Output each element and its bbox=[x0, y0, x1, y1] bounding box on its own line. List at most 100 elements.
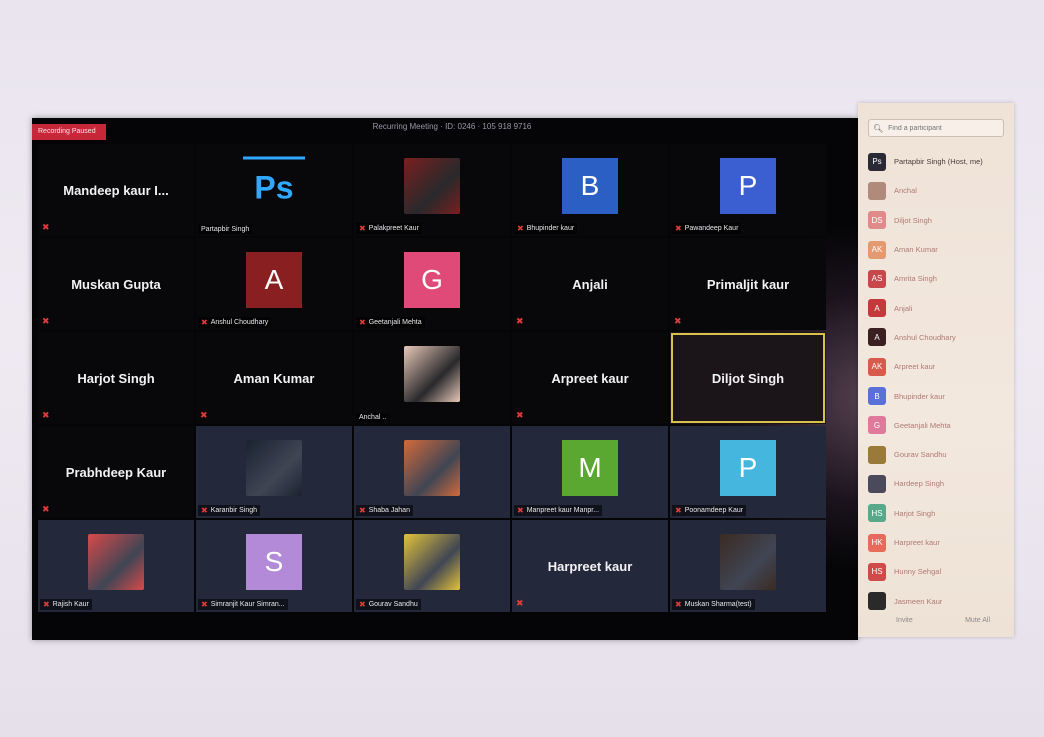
video-tile[interactable]: Aman Kumar ✖ bbox=[196, 332, 352, 424]
gallery-grid: Mandeep kaur I... ✖ Ps Partapbir Singh ✖ Pala… bbox=[38, 144, 826, 612]
participant-list-item[interactable]: DS Diljot Singh bbox=[868, 206, 1008, 235]
video-tile[interactable]: Mandeep kaur I... ✖ bbox=[38, 144, 194, 236]
participant-name: Arpreet kaur bbox=[894, 362, 936, 372]
participant-avatar: AK bbox=[868, 357, 886, 376]
person-sitting-image bbox=[720, 534, 776, 591]
tile-nameplate: ✖ Gourav Sandhu bbox=[356, 599, 421, 610]
participant-avatar: B bbox=[868, 387, 886, 406]
participant-display-name: Primaljit kaur bbox=[706, 276, 790, 292]
participant-display-name: Harjot Singh bbox=[77, 370, 155, 386]
invite-button[interactable]: Invite bbox=[896, 617, 913, 624]
participant-list-item[interactable]: B Bhupinder kaur bbox=[868, 381, 1008, 410]
dancer-photo-image bbox=[246, 440, 302, 497]
participant-list-item[interactable]: Anchal bbox=[868, 176, 1008, 205]
search-icon: 🔍︎ bbox=[873, 123, 884, 133]
tile-name-label: Geetanjali Mehta bbox=[368, 319, 422, 326]
video-tile[interactable]: Diljot Singh bbox=[670, 332, 826, 424]
video-tile[interactable]: ✖ Rajish Kaur bbox=[38, 520, 194, 612]
muted-mic-icon: ✖ bbox=[42, 504, 50, 514]
participant-avatar: A bbox=[868, 328, 886, 347]
muted-mic-icon: ✖ bbox=[42, 222, 50, 232]
video-tile[interactable]: Arpreet kaur ✖ bbox=[512, 332, 668, 424]
participant-display-name: Anjali bbox=[572, 276, 608, 292]
video-tile[interactable]: P ✖ Pawandeep Kaur bbox=[670, 144, 826, 236]
participant-list-item[interactable]: HS Harjot Singh bbox=[868, 499, 1008, 528]
participant-name: Anjali bbox=[894, 303, 913, 313]
tile-nameplate: ✖ Manpreet kaur Manpr... bbox=[514, 505, 603, 516]
participant-list-item[interactable]: AK Arpreet kaur bbox=[868, 352, 1008, 381]
participant-avatar bbox=[868, 181, 886, 200]
participant-list-item[interactable]: HK Harpreet kaur bbox=[868, 528, 1008, 557]
participant-list-item[interactable]: Ps Partapbir Singh (Host, me) bbox=[868, 147, 1008, 176]
video-tile[interactable]: P ✖ Poonamdeep Kaur bbox=[670, 426, 826, 518]
video-tile[interactable]: A ✖ Anshul Choudhary bbox=[196, 238, 352, 330]
letter-avatar: A bbox=[246, 252, 302, 309]
photoshop-avatar-icon: Ps bbox=[243, 156, 305, 216]
participant-name: Geetanjali Mehta bbox=[894, 420, 951, 430]
participant-name: Amrita Singh bbox=[894, 274, 937, 284]
search-input[interactable] bbox=[886, 123, 1001, 133]
flower-photo-image bbox=[88, 534, 144, 591]
tile-name-label: Anshul Choudhary bbox=[210, 319, 269, 326]
tile-nameplate: ✖ Geetanjali Mehta bbox=[356, 317, 425, 328]
participant-display-name: Prabhdeep Kaur bbox=[65, 464, 167, 480]
participant-list-item[interactable]: HS Hunny Sehgal bbox=[868, 557, 1008, 586]
video-tile[interactable]: M ✖ Manpreet kaur Manpr... bbox=[512, 426, 668, 518]
participant-display-name: Diljot Singh bbox=[711, 370, 785, 386]
muted-mic-icon: ✖ bbox=[359, 506, 366, 515]
participant-avatar bbox=[868, 474, 886, 493]
letter-avatar: M bbox=[562, 440, 618, 497]
video-tile[interactable]: Prabhdeep Kaur ✖ bbox=[38, 426, 194, 518]
video-tile[interactable]: S ✖ Simranjit Kaur Simran... bbox=[196, 520, 352, 612]
participant-list-item[interactable]: G Geetanjali Mehta bbox=[868, 411, 1008, 440]
participant-avatar: HS bbox=[868, 562, 886, 581]
participant-name: Anchal bbox=[894, 186, 917, 196]
muted-mic-icon: ✖ bbox=[359, 318, 366, 327]
participant-name: Bhupinder kaur bbox=[894, 391, 945, 401]
video-tile[interactable]: Primaljit kaur ✖ bbox=[670, 238, 826, 330]
participant-name: Hunny Sehgal bbox=[894, 567, 942, 577]
participant-list-item[interactable]: Gourav Sandhu bbox=[868, 440, 1008, 469]
video-tile[interactable]: Harpreet kaur ✖ bbox=[512, 520, 668, 612]
video-tile[interactable]: G ✖ Geetanjali Mehta bbox=[354, 238, 510, 330]
participant-list-item[interactable]: Hardeep Singh bbox=[868, 469, 1008, 498]
participant-list-item[interactable]: A Anshul Choudhary bbox=[868, 323, 1008, 352]
participant-avatar: DS bbox=[868, 211, 886, 230]
tile-nameplate: ✖ Pawandeep Kaur bbox=[672, 223, 742, 234]
muted-mic-icon: ✖ bbox=[359, 600, 366, 609]
participant-display-name: Arpreet kaur bbox=[551, 370, 629, 386]
video-tile[interactable]: Muskan Gupta ✖ bbox=[38, 238, 194, 330]
mute-all-button[interactable]: Mute All bbox=[965, 617, 990, 624]
muted-mic-icon: ✖ bbox=[516, 410, 524, 420]
recording-status-badge[interactable]: Recording Paused bbox=[32, 124, 106, 140]
video-tile[interactable]: ✖ Shaba Jahan bbox=[354, 426, 510, 518]
tile-nameplate: ✖ Bhupinder kaur bbox=[514, 223, 578, 234]
video-tile[interactable]: ✖ Palakpreet Kaur bbox=[354, 144, 510, 236]
video-tile[interactable]: B ✖ Bhupinder kaur bbox=[512, 144, 668, 236]
tile-nameplate: Anchal .. bbox=[356, 413, 390, 422]
letter-avatar: G bbox=[404, 252, 460, 309]
tile-name-label: Partapbir Singh bbox=[201, 226, 250, 233]
participant-search[interactable]: 🔍︎ bbox=[868, 119, 1004, 137]
video-tile[interactable]: Harjot Singh ✖ bbox=[38, 332, 194, 424]
video-tile[interactable]: ✖ Muskan Sharma(test) bbox=[670, 520, 826, 612]
letter-avatar: P bbox=[720, 158, 776, 215]
muted-mic-icon: ✖ bbox=[675, 600, 682, 609]
video-tile[interactable]: ✖ Gourav Sandhu bbox=[354, 520, 510, 612]
video-tile[interactable]: Anchal .. bbox=[354, 332, 510, 424]
letter-avatar: P bbox=[720, 440, 776, 497]
participant-avatar: AK bbox=[868, 240, 886, 259]
participant-list-item[interactable]: AS Amrita Singh bbox=[868, 264, 1008, 293]
tile-name-label: Simranjit Kaur Simran... bbox=[210, 601, 285, 608]
participant-list-item[interactable]: A Anjali bbox=[868, 293, 1008, 322]
participant-list-item[interactable]: AK Aman Kumar bbox=[868, 235, 1008, 264]
muted-mic-icon: ✖ bbox=[43, 600, 50, 609]
participant-name: Jasmeen Kaur bbox=[894, 596, 943, 606]
participant-list-item[interactable]: Jasmeen Kaur bbox=[868, 586, 1008, 615]
tile-name-label: Pawandeep Kaur bbox=[684, 225, 739, 232]
video-tile[interactable]: ✖ Karanbir Singh bbox=[196, 426, 352, 518]
participant-list: Ps Partapbir Singh (Host, me) Anchal DS Dilj… bbox=[868, 147, 1008, 616]
video-tile[interactable]: Ps Partapbir Singh bbox=[196, 144, 352, 236]
video-tile[interactable]: Anjali ✖ bbox=[512, 238, 668, 330]
meeting-title: Recurring Meeting · ID: 0246 · 105 918 9… bbox=[372, 122, 532, 131]
